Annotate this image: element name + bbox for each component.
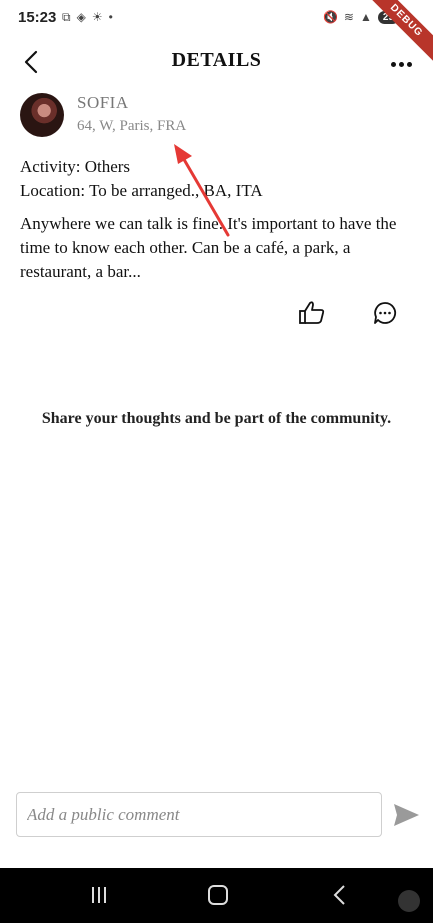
like-button[interactable] [298,300,326,326]
thumbs-up-icon [299,301,325,324]
status-icons-left: ⧉ ◈ ☀ • [62,10,113,25]
post-description: Anywhere we can talk is fine. It's impor… [20,214,397,281]
back-icon[interactable] [332,884,348,906]
send-icon [394,804,419,826]
mute-icon: 🔇 [322,10,338,24]
app-bar: DETAILS [0,36,433,86]
brightness-icon: ☀ [91,10,103,24]
page-title: DETAILS [171,49,262,71]
wifi-icon: ≋ [343,10,354,24]
comment-icon [374,302,397,324]
screenshot-icon: ⧉ [62,10,71,24]
comment-input[interactable] [16,792,382,837]
more-options-button[interactable] [391,54,417,70]
more-dot [399,62,404,67]
send-button[interactable] [392,802,420,828]
activity-line: Activity: Others [20,157,131,176]
recents-icon[interactable] [90,886,108,904]
author-name[interactable]: SOFIA [77,93,129,113]
author-row[interactable]: SOFIA 64, W, Paris, FRA [20,93,420,143]
status-time: 15:23 [18,9,57,26]
author-meta: 64, W, Paris, FRA [77,118,187,134]
more-dot [407,62,412,67]
app-icon: ◈ [76,10,86,24]
system-nav-bar [0,868,433,923]
accessibility-icon[interactable] [398,890,420,912]
location-line: Location: To be arranged., BA, ITA [20,181,263,200]
community-prompt: Share your thoughts and be part of the c… [41,410,392,427]
home-icon[interactable] [208,885,228,905]
signal-icon: ▲ [359,10,372,24]
status-bar: 15:23 ⧉ ◈ ☀ • 🔇 ≋ ▲ 29 DEBUG [0,0,433,67]
avatar[interactable] [20,93,64,137]
more-horizontal-icon [391,62,396,67]
comment-button[interactable] [372,300,398,326]
dot-icon: • [108,10,113,24]
